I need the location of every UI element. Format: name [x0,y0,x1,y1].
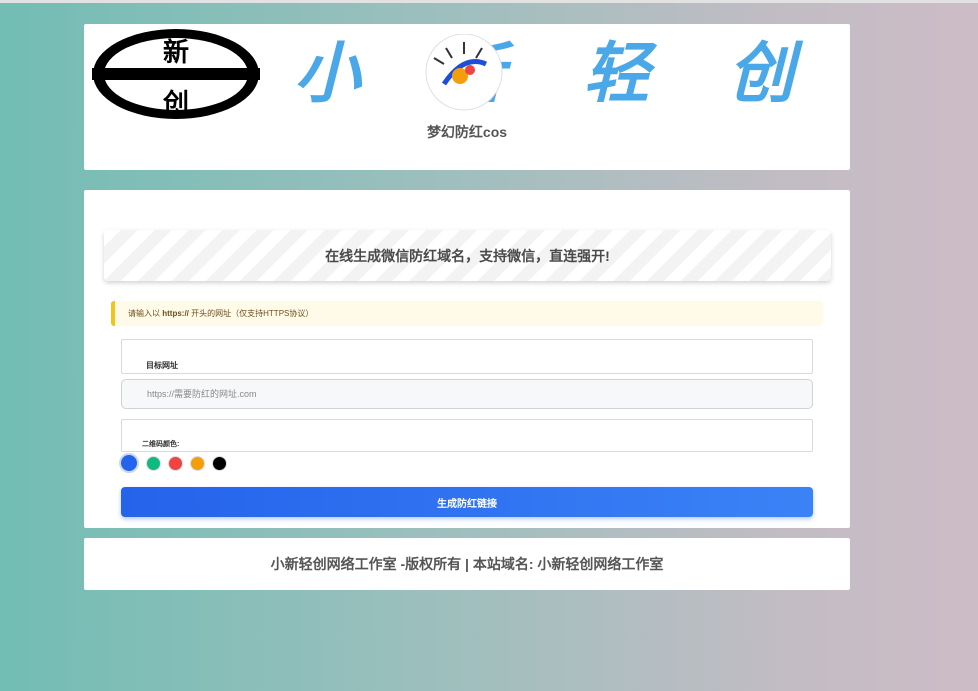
top-border [0,0,978,3]
color-swatch-red[interactable] [168,455,183,471]
color-swatch-black[interactable] [212,455,227,471]
header-card: 新 创 小新轻创 梦幻防红cos [84,24,850,170]
color-swatch-blue[interactable] [119,453,139,473]
svg-text:新: 新 [163,37,189,68]
color-swatch-orange[interactable] [190,455,205,471]
notice-prefix: 请输入以 [128,309,160,318]
color-swatches [119,453,234,473]
footer-copyright: 小新轻创网络工作室 -版权所有 | 本站域名: 小新轻创网络工作室 [270,556,664,572]
color-swatch-green[interactable] [146,455,161,471]
color-label-box: 二维码颜色: [121,419,813,452]
logo-seal: 新 创 [92,29,260,119]
notice-suffix: 开头的网址（仅支持HTTPS协议） [191,309,314,318]
banner-title: 在线生成微信防红域名，支持微信，直连强开! [104,230,831,281]
url-label: 目标网址 [146,361,178,370]
notice-protocol: https:// [162,309,189,318]
target-url-input[interactable] [121,379,813,409]
svg-text:小新轻创: 小新轻创 [294,35,834,112]
svg-text:创: 创 [162,89,189,119]
generate-link-button[interactable]: 生成防红链接 [121,487,813,517]
https-notice: 请输入以 https:// 开头的网址（仅支持HTTPS协议） [111,301,823,326]
qr-color-label: 二维码颜色: [142,441,180,448]
url-label-box: 目标网址 [121,339,813,374]
footer-card: 小新轻创网络工作室 -版权所有 | 本站域名: 小新轻创网络工作室 [84,538,850,590]
logo-wordmark: 小新轻创 [294,34,834,112]
form-card: 在线生成微信防红域名，支持微信，直连强开! 请输入以 https:// 开头的网… [84,190,850,528]
site-subtitle: 梦幻防红cos [426,124,508,140]
